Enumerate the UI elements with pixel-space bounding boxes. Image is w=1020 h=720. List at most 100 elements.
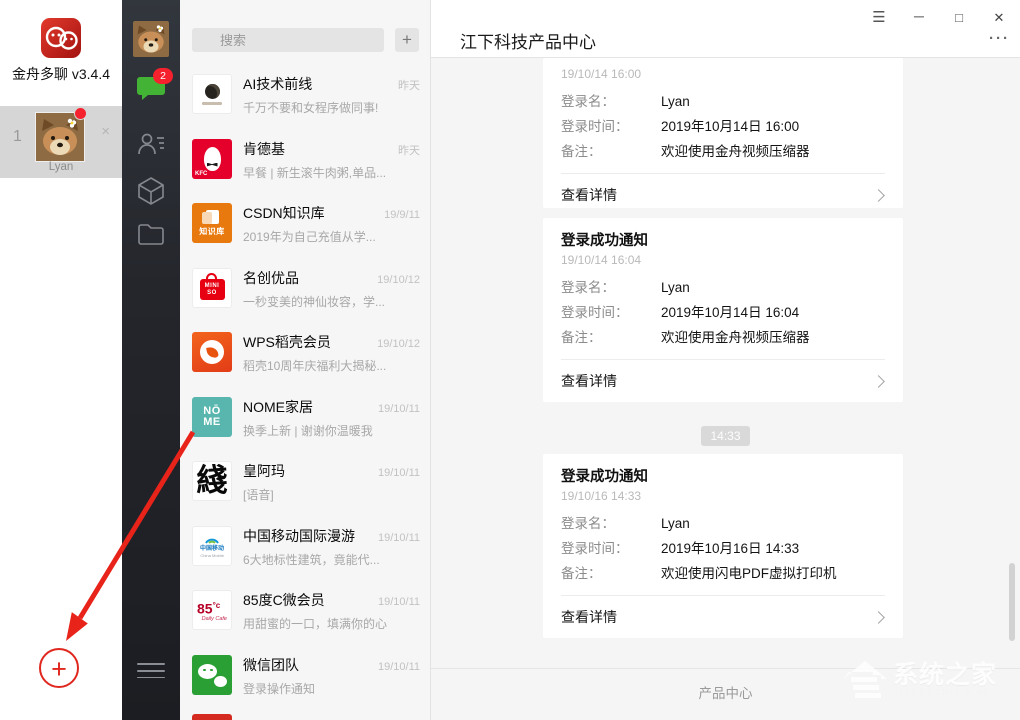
chat-item-chinamobile[interactable]: 中国移动 China Mobile 中国移动国际漫游 19/10/11 6大地标… [180,515,430,580]
avatar-huangama: 綫 [192,461,232,501]
search-input[interactable] [192,28,384,52]
plus-icon: + [51,654,67,684]
contacts-icon [136,130,166,158]
chat-item-wechat-team[interactable]: 微信团队 19/10/11 登录操作通知 [180,644,430,709]
chat-date: 19/10/11 [378,467,420,479]
minimize-button[interactable]: ─ [906,6,932,30]
session-name: Lyan [0,161,122,173]
view-details-button[interactable]: 查看详情 [561,174,885,208]
dog-avatar-icon [36,113,84,161]
nav-files-tab[interactable] [122,222,180,266]
chat-preview: 早餐 | 新生滚牛肉粥,单品... [243,164,420,181]
cube-icon [137,176,165,206]
chat-name: NOME家居 [243,397,313,417]
close-button[interactable]: ✕ [986,6,1012,30]
message-title: 登录成功通知 [561,465,885,486]
message-card: 登录成功通知 19/10/14 16:04 登录名：Lyan 登录时间：2019… [543,218,903,402]
conversation-panel: 江下科技产品中心 ☰ ─ □ ✕ ··· 19/10/14 16:00 登录名：… [431,0,1020,720]
chat-date: 19/10/12 [377,338,420,350]
session-tab-lyan[interactable]: 1 × Lyan [0,106,122,178]
chat-item-85c[interactable]: 85°c Daily Cafe 85度C微会员 19/10/11 用甜蜜的一口，… [180,579,430,644]
chat-date: 19/10/11 [378,661,420,673]
search-row: + [180,0,430,63]
message-date: 19/10/14 16:00 [561,67,885,81]
app-logo-icon [40,17,82,59]
chat-date: 19/10/12 [377,274,420,286]
time-divider: 14:33 [701,426,749,446]
message-date: 19/10/14 16:04 [561,253,885,267]
chevron-right-icon [872,611,885,624]
maximize-icon: □ [955,10,963,25]
minimize-icon: ─ [914,8,924,24]
view-details-button[interactable]: 查看详情 [561,596,885,638]
chat-name: 85度C微会员 [243,590,325,610]
session-close-icon[interactable]: × [101,124,110,139]
chat-preview: 千万不要和女程序做同事! [243,99,420,116]
chevron-right-icon [872,375,885,388]
avatar-85c: 85°c Daily Cafe [192,590,232,630]
session-sidebar: 金舟多聊 v3.4.4 1 × Lyan [0,0,122,720]
nav-menu-button[interactable] [137,658,165,683]
more-menu-button[interactable]: ··· [989,30,1010,47]
chat-item-partial-avatar [192,714,232,720]
chat-item-ai[interactable]: AI技术前线 昨天 千万不要和女程序做同事! [180,63,430,128]
nav-contacts-tab[interactable] [122,130,180,174]
chat-date: 19/10/11 [378,403,420,415]
chat-preview: 换季上新 | 谢谢你温暖我 [243,422,420,439]
avatar-csdn: 知识库 [192,203,232,243]
conversation-header: 江下科技产品中心 ☰ ─ □ ✕ ··· [431,0,1020,58]
close-icon: ✕ [994,10,1005,25]
dog-avatar-icon [133,21,169,57]
chat-item-nome[interactable]: NŌ ME NOME家居 19/10/11 换季上新 | 谢谢你温暖我 [180,386,430,451]
app-window: 金舟多聊 v3.4.4 1 × Lyan [0,0,1020,720]
view-details-button[interactable]: 查看详情 [561,360,885,402]
plus-icon: + [402,30,412,49]
chevron-right-icon [872,189,885,202]
message-title: 登录成功通知 [561,229,885,250]
chat-preview: 6大地标性建筑，竟能代... [243,551,420,568]
chat-item-kfc[interactable]: KFC 肯德基 昨天 早餐 | 新生滚牛肉粥,单品... [180,128,430,193]
china-mobile-logo-icon [204,533,220,545]
avatar-china-mobile: 中国移动 China Mobile [192,526,232,566]
avatar-ai-tech [192,74,232,114]
app-title: 金舟多聊 v3.4.4 [0,64,122,84]
chat-name: WPS稻壳会员 [243,332,331,352]
scrollbar-thumb[interactable] [1009,563,1015,641]
notification-dot [74,107,87,120]
chat-item-huangama[interactable]: 綫 皇阿玛 19/10/11 [语音] [180,450,430,515]
hamburger-icon [137,670,165,672]
window-menu-button[interactable]: ☰ [866,6,892,30]
chat-preview: 登录操作通知 [243,680,420,697]
chat-item-miniso[interactable]: MINI SO 名创优品 19/10/12 一秒变美的神仙妆容，学... [180,257,430,322]
avatar-nome: NŌ ME [192,397,232,437]
session-index: 1 [13,128,22,146]
add-session-button[interactable]: + [39,648,79,688]
product-center-label: 产品中心 [699,686,753,701]
nav-collections-tab[interactable] [122,176,180,220]
maximize-button[interactable]: □ [946,6,972,30]
avatar-wps-rice [192,332,232,372]
chat-date: 19/10/11 [378,596,420,608]
hamburger-icon [137,663,165,665]
nav-rail: 2 [122,0,180,720]
profile-avatar[interactable] [133,21,169,57]
chat-date: 19/9/11 [384,209,420,221]
chat-item-wps[interactable]: WPS稻壳会员 19/10/12 稻壳10周年庆福利大揭秘... [180,321,430,386]
chat-preview: 用甜蜜的一口，填满你的心 [243,615,420,632]
chat-name: 中国移动国际漫游 [243,526,355,546]
chat-date: 19/10/11 [378,532,420,544]
ellipsis-icon: ··· [989,30,1010,47]
chat-unread-badge: 2 [153,68,173,84]
avatar-wechat-team [192,655,232,695]
footer-bar: 产品中心 [431,668,1020,720]
menu-icon: ☰ [872,9,885,26]
message-area: 19/10/14 16:00 登录名：Lyan 登录时间：2019年10月14日… [431,58,1020,668]
chat-preview: [语音] [243,486,420,503]
chat-item-csdn[interactable]: 知识库 CSDN知识库 19/9/11 2019年为自己充值从学... [180,192,430,257]
message-card: 登录成功通知 19/10/16 14:33 登录名：Lyan 登录时间：2019… [543,454,903,638]
add-chat-button[interactable]: + [395,28,419,52]
folder-icon [137,222,165,246]
chat-name: AI技术前线 [243,74,312,94]
nav-chats-tab[interactable]: 2 [122,74,180,118]
message-date: 19/10/16 14:33 [561,489,885,503]
